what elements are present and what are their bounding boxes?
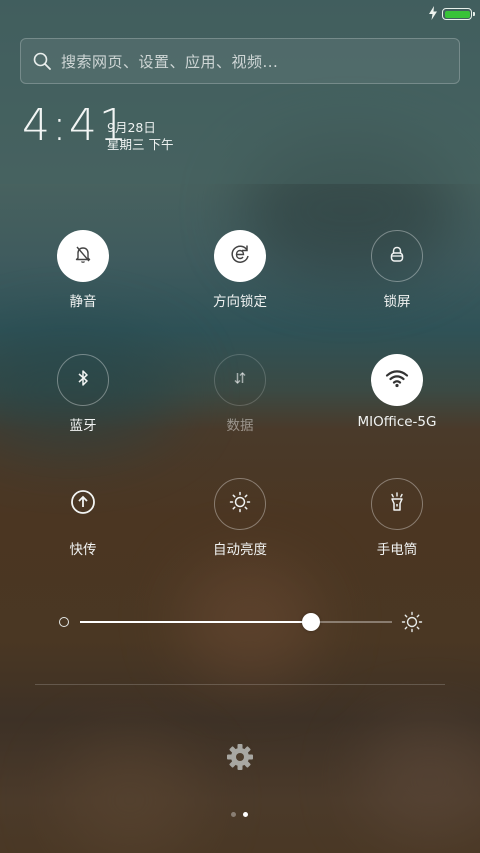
toggle-bluetooth[interactable]: 蓝牙 xyxy=(23,354,143,434)
page-indicator xyxy=(231,812,248,817)
rotation-lock-icon xyxy=(228,242,252,270)
toggle-lock-screen[interactable]: 锁屏 xyxy=(337,230,457,310)
toggle-rotation-lock[interactable]: 方向锁定 xyxy=(180,230,300,310)
toggle-bluetooth-circle[interactable] xyxy=(57,354,109,406)
toggle-auto-brightness[interactable]: 自动亮度 xyxy=(180,478,300,558)
flashlight-icon xyxy=(386,490,408,518)
toggle-mute-circle[interactable] xyxy=(57,230,109,282)
weekday-label: 星期三 下午 xyxy=(107,137,174,152)
notification-header xyxy=(0,0,480,184)
toggle-mute-label: 静音 xyxy=(69,294,97,310)
control-center-screen: 搜索网页、设置、应用、视频... 4:41 9月28日 星期三 下午 静音 方向… xyxy=(0,0,480,853)
brightness-fill xyxy=(80,621,311,623)
toggle-auto-brightness-circle[interactable] xyxy=(214,478,266,530)
date-label: 9月28日 xyxy=(107,120,156,135)
toggle-wifi-label: MIOffice-5G xyxy=(357,414,437,430)
auto-brightness-icon xyxy=(228,490,252,518)
divider xyxy=(35,684,445,685)
gear-icon[interactable] xyxy=(224,741,256,773)
search-input[interactable]: 搜索网页、设置、应用、视频... xyxy=(20,38,460,84)
toggle-flashlight-circle[interactable] xyxy=(371,478,423,530)
date-block: 9月28日 星期三 下午 xyxy=(107,119,173,153)
search-placeholder: 搜索网页、设置、应用、视频... xyxy=(61,52,279,71)
toggle-lock-screen-label: 锁屏 xyxy=(383,294,411,310)
toggle-mute[interactable]: 静音 xyxy=(23,230,143,310)
toggle-auto-brightness-label: 自动亮度 xyxy=(213,542,267,558)
toggle-quick-transfer[interactable]: 快传 xyxy=(23,478,143,558)
toggle-mobile-data-circle[interactable] xyxy=(214,354,266,406)
toggle-mobile-data[interactable]: 数据 xyxy=(180,354,300,434)
brightness-low-icon xyxy=(59,617,69,627)
mobile-data-icon xyxy=(230,368,250,392)
toggle-wifi[interactable]: MIOffice-5G xyxy=(337,354,457,430)
page-dot-2[interactable] xyxy=(243,812,248,817)
page-dot-1[interactable] xyxy=(231,812,236,817)
lock-icon xyxy=(386,243,408,269)
brightness-thumb[interactable] xyxy=(302,613,320,631)
search-icon xyxy=(31,50,53,72)
bluetooth-icon xyxy=(73,368,93,392)
toggle-quick-transfer-circle[interactable] xyxy=(57,478,109,530)
toggle-mobile-data-label: 数据 xyxy=(226,418,254,434)
toggle-flashlight[interactable]: 手电筒 xyxy=(337,478,457,558)
brightness-slider[interactable] xyxy=(55,608,425,636)
toggle-wifi-circle[interactable] xyxy=(371,354,423,406)
bell-off-icon xyxy=(72,243,94,269)
clock-hour: 4 xyxy=(22,100,52,151)
status-bar xyxy=(428,5,475,24)
toggle-lock-screen-circle[interactable] xyxy=(371,230,423,282)
toggle-quick-transfer-label: 快传 xyxy=(69,542,97,558)
clock-separator: : xyxy=(52,100,69,151)
lightning-icon xyxy=(428,5,438,24)
toggle-rotation-lock-circle[interactable] xyxy=(214,230,266,282)
toggle-rotation-lock-label: 方向锁定 xyxy=(213,294,267,310)
toggle-bluetooth-label: 蓝牙 xyxy=(69,418,97,434)
quick-transfer-icon xyxy=(69,488,97,520)
wifi-icon xyxy=(384,367,410,393)
battery-icon xyxy=(442,8,475,20)
battery-level xyxy=(444,10,470,18)
brightness-track[interactable] xyxy=(80,613,392,631)
toggle-flashlight-label: 手电筒 xyxy=(376,542,418,558)
brightness-high-icon xyxy=(401,611,423,637)
